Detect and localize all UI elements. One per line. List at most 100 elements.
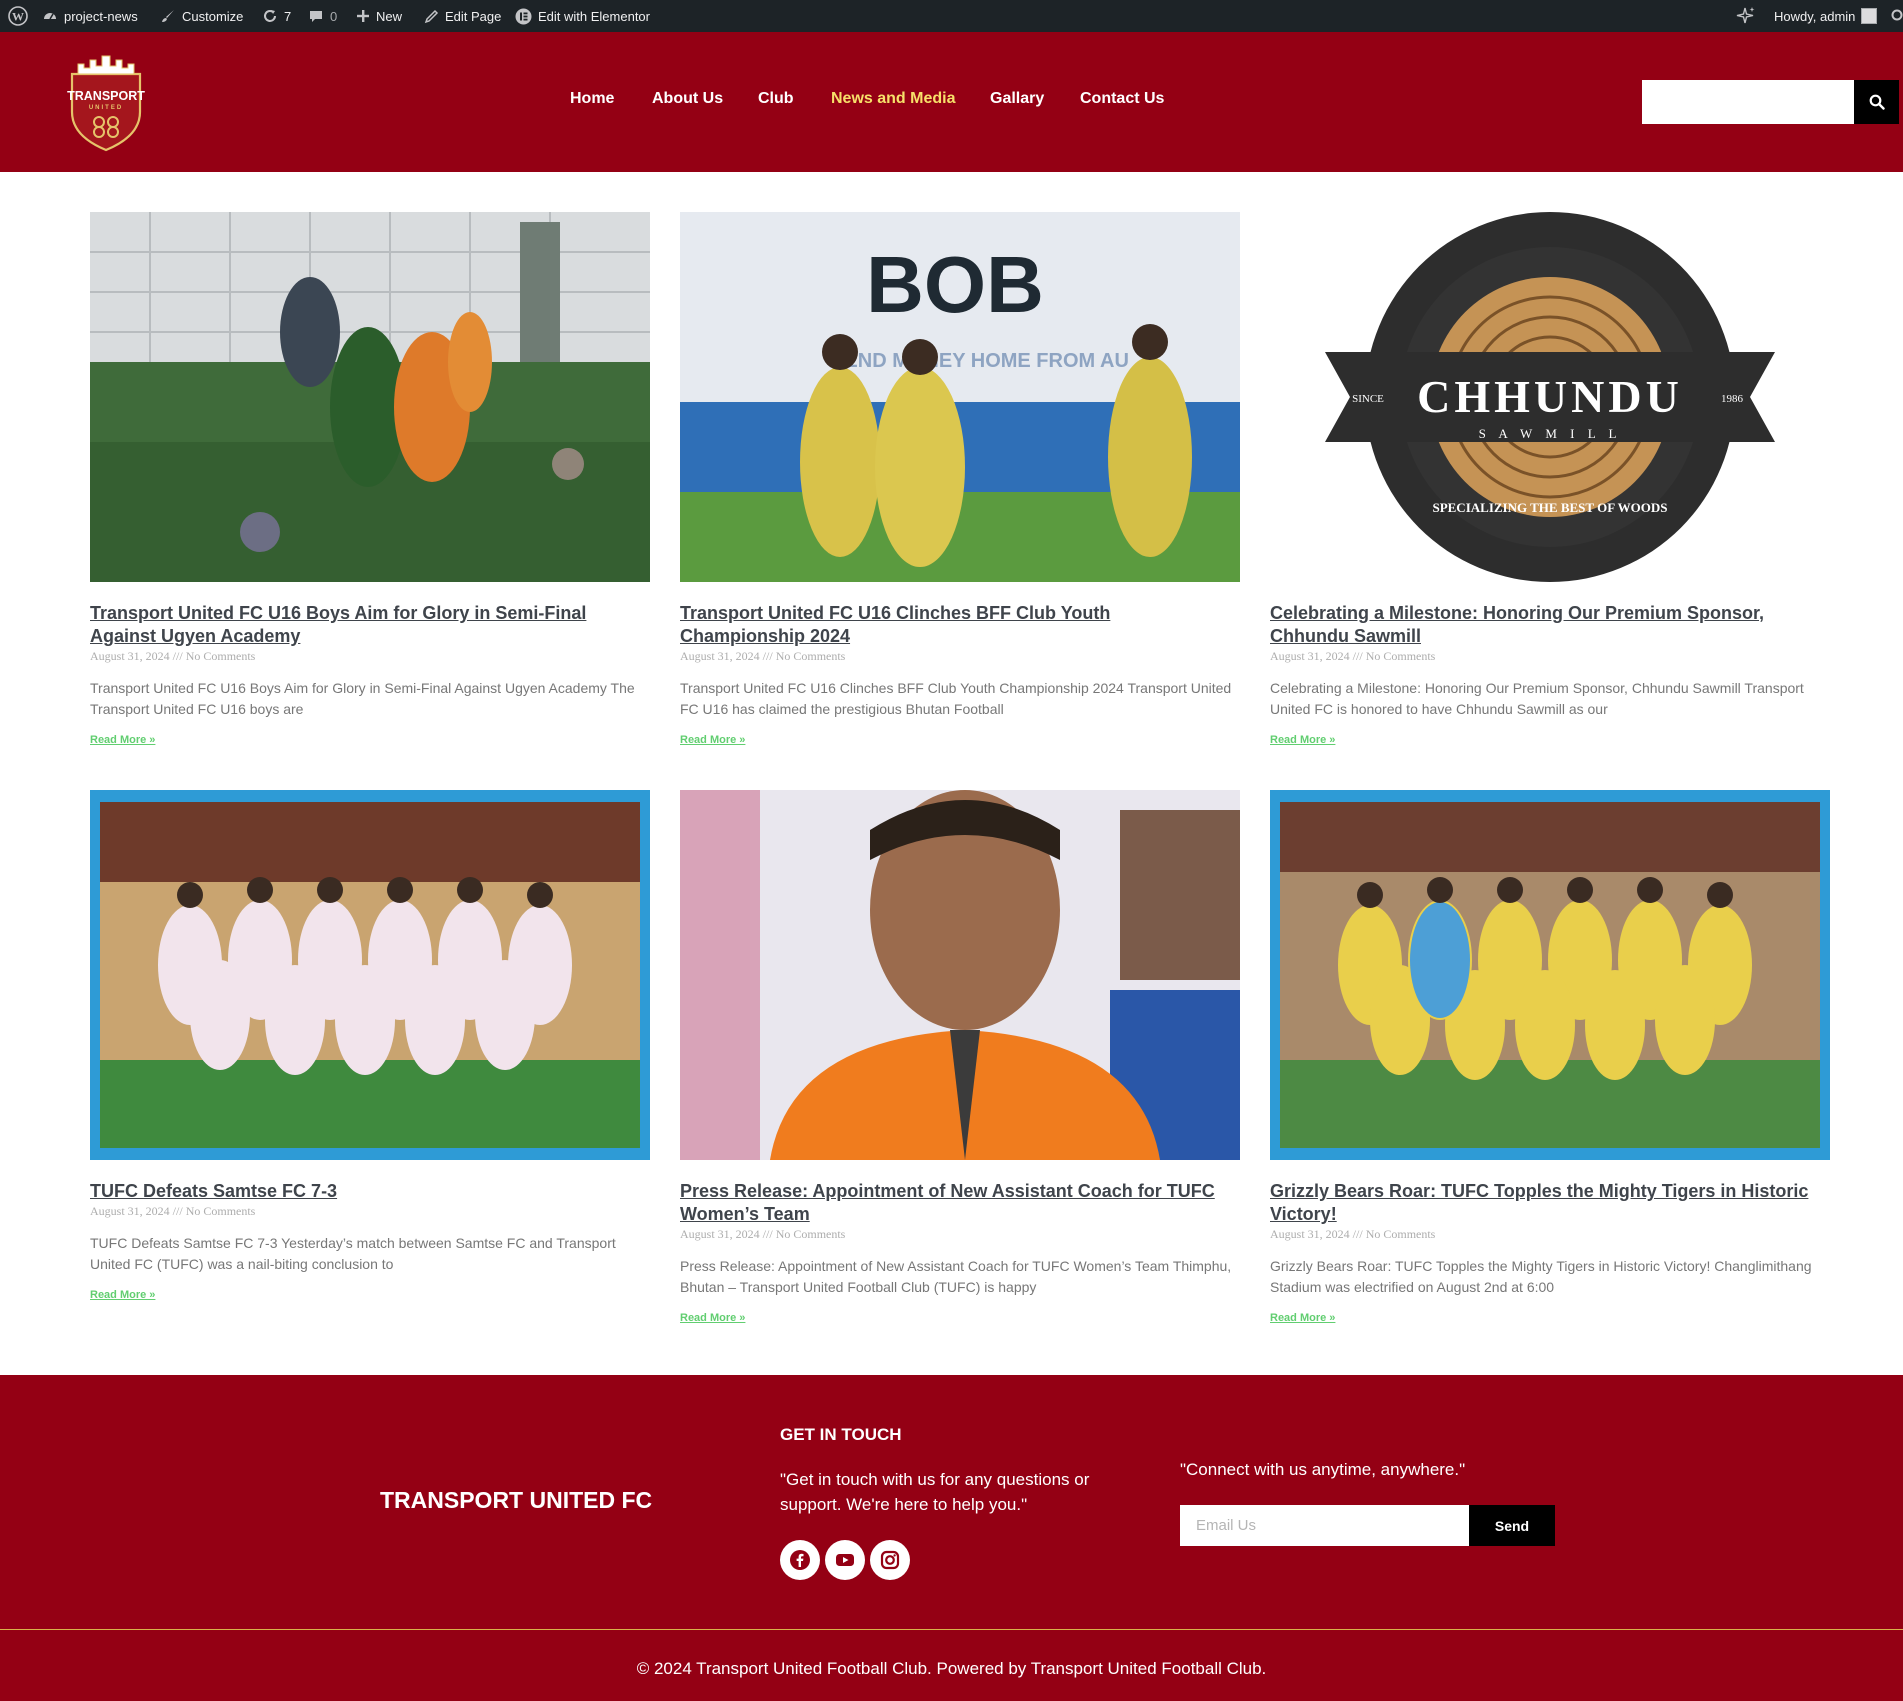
wordpress-logo-icon[interactable]: W — [8, 0, 28, 32]
site-header: TRANSPORT UNITED Home About Us Club News… — [0, 32, 1903, 172]
meta-separator: /// — [172, 1204, 183, 1218]
post-card: Grizzly Bears Roar: TUFC Topples the Mig… — [1270, 790, 1830, 1324]
svg-text:SPECIALIZING THE BEST OF WOODS: SPECIALIZING THE BEST OF WOODS — [1432, 500, 1667, 515]
post-thumbnail-coach-portrait[interactable] — [680, 790, 1240, 1160]
search-input[interactable] — [1642, 80, 1855, 124]
edit-elementor-link[interactable]: Edit with Elementor — [515, 0, 650, 32]
post-date: August 31, 2024 — [1270, 1227, 1350, 1241]
post-thumbnail-youth-match[interactable] — [90, 212, 650, 582]
post-card: BOB SEND MONEY HOME FROM AU Transport Un… — [680, 212, 1240, 746]
nav-club[interactable]: Club — [758, 90, 794, 108]
svg-text:SINCE: SINCE — [1352, 393, 1384, 405]
svg-text:CHHUNDU: CHHUNDU — [1417, 371, 1683, 422]
meta-separator: /// — [762, 649, 773, 663]
updates-link[interactable]: 7 — [262, 0, 291, 32]
post-comments: No Comments — [185, 1204, 256, 1218]
meta-separator: /// — [1352, 1227, 1363, 1241]
post-comments: No Comments — [185, 649, 256, 663]
post-thumbnail-youth-celebration[interactable]: BOB SEND MONEY HOME FROM AU — [680, 212, 1240, 582]
post-comments: No Comments — [775, 1227, 846, 1241]
ai-sparkle-icon[interactable] — [1736, 0, 1756, 32]
customize-link[interactable]: Customize — [160, 0, 243, 32]
nav-news-and-media[interactable]: News and Media — [831, 90, 955, 108]
site-name-link[interactable]: project-news — [42, 0, 138, 32]
admin-bar: W project-news Customize 7 0 New Edit Pa… — [0, 0, 1903, 32]
post-card: Press Release: Appointment of New Assist… — [680, 790, 1240, 1324]
get-in-touch-heading: GET IN TOUCH — [780, 1425, 902, 1444]
post-title-link[interactable]: Grizzly Bears Roar: TUFC Topples the Mig… — [1270, 1180, 1830, 1226]
email-field[interactable] — [1180, 1505, 1469, 1546]
dashboard-icon — [44, 13, 56, 20]
brush-icon — [162, 10, 174, 22]
account-menu[interactable]: Howdy, admin — [1774, 0, 1878, 32]
post-excerpt: Transport United FC U16 Boys Aim for Glo… — [90, 680, 635, 717]
post-thumbnail-chhundu-sawmill-logo[interactable]: CHHUNDU S A W M I L L SINCE 1986 SPECIAL… — [1270, 212, 1830, 582]
instagram-icon — [880, 1550, 900, 1570]
connect-text: "Connect with us anytime, anywhere." — [1180, 1460, 1466, 1479]
post-title-link[interactable]: TUFC Defeats Samtse FC 7-3 — [90, 1180, 650, 1203]
meta-separator: /// — [762, 1227, 773, 1241]
post-date: August 31, 2024 — [90, 649, 170, 663]
edit-page-link[interactable]: Edit Page — [424, 0, 501, 32]
updates-count: 7 — [284, 8, 292, 24]
instagram-link[interactable] — [870, 1540, 910, 1580]
plus-icon — [357, 10, 369, 22]
nav-contact-us[interactable]: Contact Us — [1080, 90, 1164, 108]
post-meta: August 31, 2024 /// No Comments — [680, 649, 1240, 664]
post-title-link[interactable]: Transport United FC U16 Boys Aim for Glo… — [90, 602, 650, 648]
post-title-link[interactable]: Press Release: Appointment of New Assist… — [680, 1180, 1240, 1226]
site-name: project-news — [64, 8, 138, 24]
nav-home[interactable]: Home — [570, 90, 614, 108]
post-excerpt: Grizzly Bears Roar: TUFC Topples the Mig… — [1270, 1258, 1812, 1295]
post-card: CHHUNDU S A W M I L L SINCE 1986 SPECIAL… — [1270, 212, 1830, 746]
meta-separator: /// — [172, 649, 183, 663]
post-comments: No Comments — [1365, 1227, 1436, 1241]
read-more-link[interactable]: Read More » — [680, 734, 1240, 746]
svg-text:W: W — [12, 10, 24, 24]
post-thumbnail-team-yellow-kit[interactable] — [1270, 790, 1830, 1160]
read-more-link[interactable]: Read More » — [1270, 734, 1830, 746]
post-excerpt: TUFC Defeats Samtse FC 7-3 Yesterday’s m… — [90, 1235, 616, 1272]
admin-search-icon[interactable] — [1889, 0, 1903, 32]
read-more-link[interactable]: Read More » — [90, 734, 650, 746]
send-button[interactable]: Send — [1469, 1505, 1555, 1546]
site-footer: TRANSPORT UNITED FC GET IN TOUCH "Get in… — [0, 1375, 1903, 1701]
elementor-icon — [515, 8, 532, 24]
nav-about-us[interactable]: About Us — [652, 90, 723, 108]
read-more-link[interactable]: Read More » — [680, 1312, 1240, 1324]
post-card: TUFC Defeats Samtse FC 7-3 August 31, 20… — [90, 790, 650, 1301]
read-more-link[interactable]: Read More » — [1270, 1312, 1830, 1324]
edit-elementor-label: Edit with Elementor — [538, 8, 650, 24]
post-thumbnail-team-white-kit[interactable] — [90, 790, 650, 1160]
new-label: New — [376, 8, 403, 24]
svg-text:1986: 1986 — [1721, 393, 1744, 405]
comment-bubble-icon — [310, 11, 322, 22]
updates-icon — [264, 10, 276, 22]
post-excerpt: Celebrating a Milestone: Honoring Our Pr… — [1270, 680, 1804, 717]
comments-link[interactable]: 0 — [308, 0, 337, 32]
post-title-link[interactable]: Transport United FC U16 Clinches BFF Clu… — [680, 602, 1240, 648]
read-more-link[interactable]: Read More » — [90, 1289, 650, 1301]
search-button[interactable] — [1854, 80, 1899, 124]
facebook-link[interactable] — [780, 1540, 820, 1580]
nav-gallary[interactable]: Gallary — [990, 90, 1044, 108]
customize-label: Customize — [182, 8, 244, 24]
svg-text:SEND MONEY HOME FROM AU: SEND MONEY HOME FROM AU — [831, 350, 1129, 372]
post-date: August 31, 2024 — [1270, 649, 1350, 663]
post-comments: No Comments — [1365, 649, 1436, 663]
youtube-link[interactable] — [825, 1540, 865, 1580]
post-title-link[interactable]: Celebrating a Milestone: Honoring Our Pr… — [1270, 602, 1830, 648]
footer-divider — [0, 1629, 1903, 1630]
get-in-touch-text: "Get in touch with us for any questions … — [780, 1470, 1090, 1514]
post-excerpt: Transport United FC U16 Clinches BFF Clu… — [680, 680, 1232, 717]
youtube-icon — [836, 1554, 854, 1566]
meta-separator: /// — [1352, 649, 1363, 663]
comments-count: 0 — [330, 8, 338, 24]
post-date: August 31, 2024 — [680, 1227, 760, 1241]
footer-club-name: TRANSPORT UNITED FC — [380, 1487, 653, 1513]
svg-text:S A W M I L L: S A W M I L L — [1479, 426, 1622, 441]
avatar — [1861, 8, 1878, 24]
new-content-link[interactable]: New — [356, 0, 402, 32]
post-meta: August 31, 2024 /// No Comments — [90, 649, 650, 664]
post-comments: No Comments — [775, 649, 846, 663]
